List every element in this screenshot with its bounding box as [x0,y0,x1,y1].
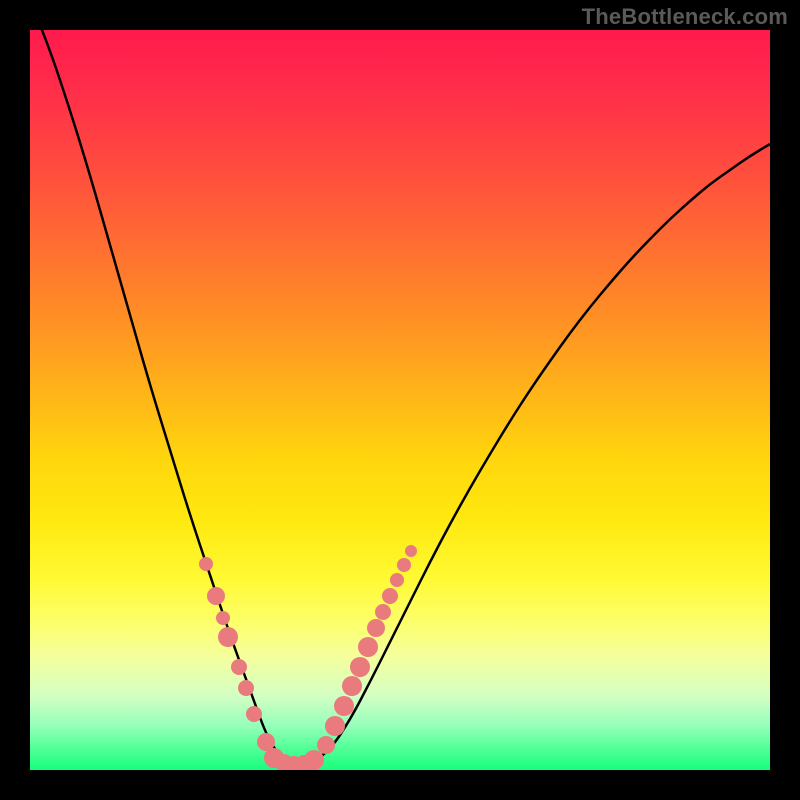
chart-svg [30,30,770,770]
plot-area [30,30,770,770]
marker-right-0 [317,736,335,754]
marker-left-3 [218,627,238,647]
marker-right-7 [375,604,391,620]
marker-left-4 [231,659,247,675]
marker-left-0 [199,557,213,571]
marker-right-6 [367,619,385,637]
marker-right-11 [405,545,417,557]
marker-right-3 [342,676,362,696]
marker-right-8 [382,588,398,604]
marker-right-4 [350,657,370,677]
curve-left-branch [30,30,290,765]
marker-left-2 [216,611,230,625]
chart-container: TheBottleneck.com [0,0,800,800]
marker-right-2 [334,696,354,716]
marker-right-9 [390,573,404,587]
marker-right-5 [358,637,378,657]
marker-left-1 [207,587,225,605]
marker-right-10 [397,558,411,572]
marker-flat-4 [304,750,324,770]
marker-left-5 [238,680,254,696]
attribution-label: TheBottleneck.com [582,4,788,30]
marker-left-6 [246,706,262,722]
marker-right-1 [325,716,345,736]
